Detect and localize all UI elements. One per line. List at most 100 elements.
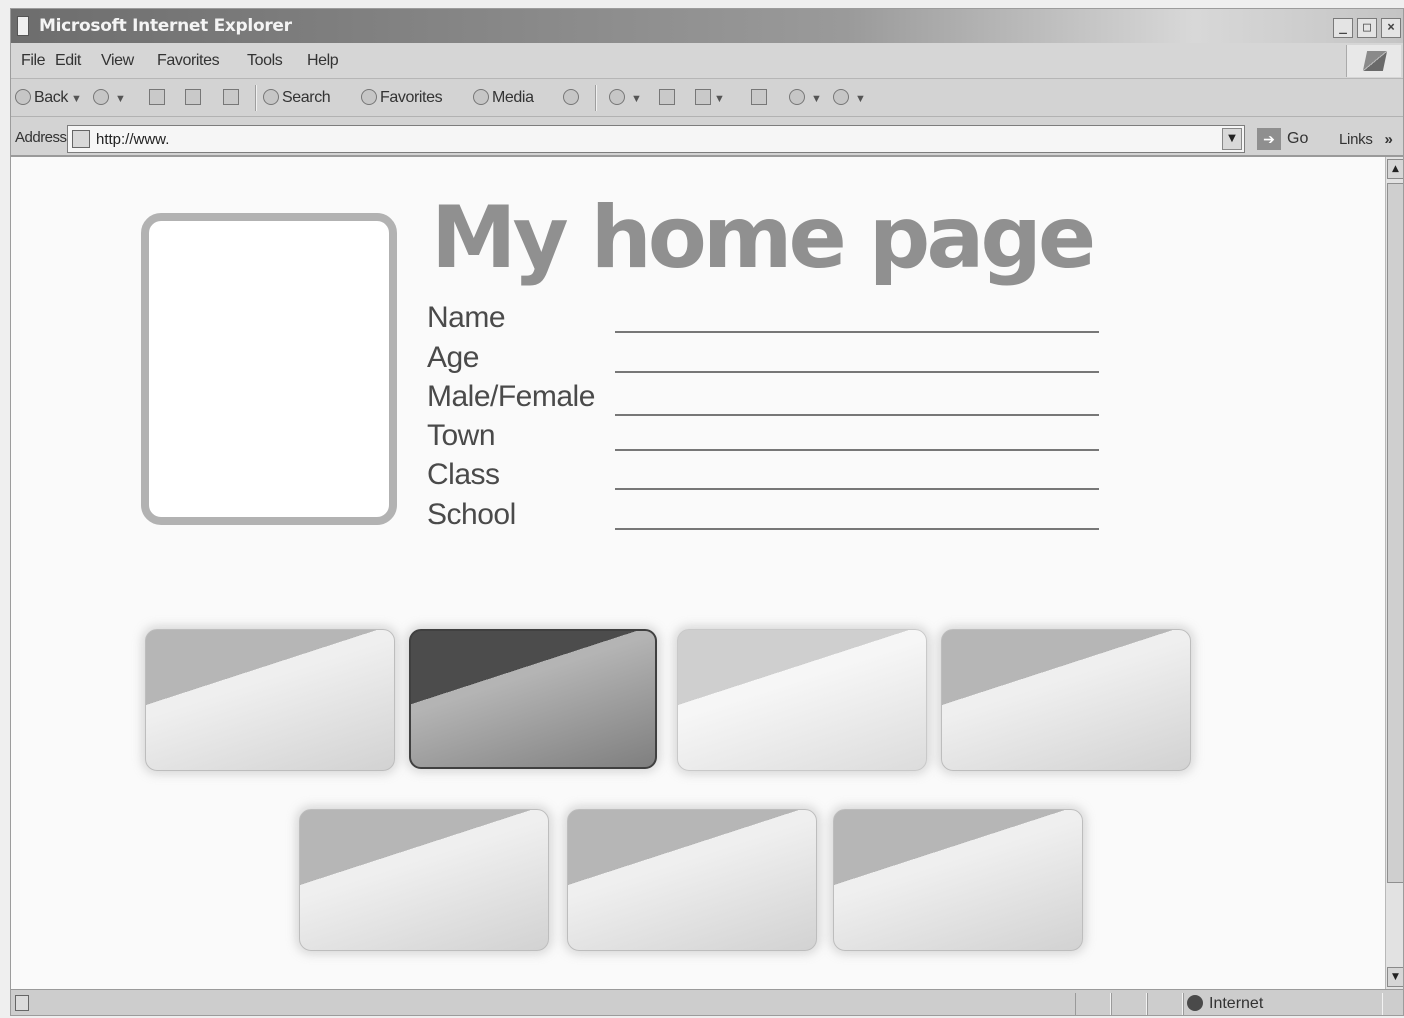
stop-icon bbox=[149, 89, 165, 105]
nav-tile[interactable] bbox=[299, 809, 549, 951]
media-button[interactable]: Media bbox=[473, 87, 534, 109]
messenger-button[interactable]: ▼ bbox=[833, 87, 866, 109]
media-label: Media bbox=[492, 89, 534, 106]
minimize-button[interactable]: _ bbox=[1333, 18, 1353, 38]
window-title: Microsoft Internet Explorer bbox=[39, 16, 292, 36]
refresh-button[interactable] bbox=[185, 87, 201, 109]
nav-tile[interactable] bbox=[677, 629, 927, 771]
field-input-line[interactable] bbox=[615, 528, 1099, 530]
messenger-icon bbox=[833, 89, 849, 105]
scroll-up-icon[interactable]: ▲ bbox=[1387, 159, 1403, 179]
edit-dropdown-icon[interactable]: ▼ bbox=[714, 93, 725, 105]
page-icon bbox=[72, 130, 90, 148]
menu-bar: File Edit View Favorites Tools Help bbox=[11, 43, 1403, 79]
nav-tile[interactable] bbox=[833, 809, 1083, 951]
status-pane bbox=[1111, 993, 1147, 1015]
discuss-icon bbox=[751, 89, 767, 105]
field-input-line[interactable] bbox=[615, 331, 1099, 333]
page-title: My home page bbox=[431, 188, 1096, 288]
ie-app-icon bbox=[17, 16, 29, 36]
refresh-icon bbox=[185, 89, 201, 105]
vertical-scrollbar[interactable]: ▲ ▼ bbox=[1385, 157, 1403, 989]
toolbar-separator bbox=[255, 85, 257, 111]
discuss-button[interactable] bbox=[751, 87, 767, 109]
status-pane bbox=[1075, 993, 1111, 1015]
messenger-dropdown-icon[interactable]: ▼ bbox=[855, 93, 866, 105]
menu-help[interactable]: Help bbox=[307, 52, 339, 70]
address-label: Address bbox=[15, 129, 67, 146]
address-field[interactable]: ▼ bbox=[67, 125, 1245, 153]
scroll-down-icon[interactable]: ▼ bbox=[1387, 967, 1403, 987]
menu-favorites[interactable]: Favorites bbox=[157, 52, 220, 70]
page-status-icon bbox=[15, 995, 29, 1011]
field-input-line[interactable] bbox=[615, 414, 1099, 416]
research-dropdown-icon[interactable]: ▼ bbox=[811, 93, 822, 105]
star-icon bbox=[361, 89, 377, 105]
go-arrow-icon: ➔ bbox=[1257, 127, 1281, 150]
history-button[interactable] bbox=[563, 87, 582, 109]
browser-window: Microsoft Internet Explorer _ □ × File E… bbox=[10, 8, 1404, 1016]
links-label: Links bbox=[1339, 131, 1373, 148]
globe-icon bbox=[1187, 995, 1203, 1011]
forward-button[interactable]: ▼ bbox=[93, 87, 126, 109]
media-icon bbox=[473, 89, 489, 105]
page-content: My home page Name Age Male/Female Town C… bbox=[11, 157, 1385, 989]
menu-file[interactable]: File bbox=[21, 52, 46, 70]
stop-button[interactable] bbox=[149, 87, 165, 109]
print-icon bbox=[659, 89, 675, 105]
standard-toolbar: Back ▼ ▼ Search Favorites Media ▼ ▼ ▼ ▼ bbox=[11, 79, 1403, 117]
mail-button[interactable]: ▼ bbox=[609, 87, 642, 109]
field-label: Town bbox=[427, 419, 496, 452]
close-button[interactable]: × bbox=[1381, 18, 1401, 38]
photo-frame bbox=[141, 213, 397, 525]
toolbar-separator bbox=[595, 85, 597, 111]
title-bar: Microsoft Internet Explorer _ □ × bbox=[11, 9, 1403, 43]
field-input-line[interactable] bbox=[615, 449, 1099, 451]
field-input-line[interactable] bbox=[615, 488, 1099, 490]
research-icon bbox=[789, 89, 805, 105]
back-button[interactable]: Back ▼ bbox=[15, 87, 82, 109]
menu-edit[interactable]: Edit bbox=[55, 52, 81, 70]
edit-button[interactable]: ▼ bbox=[695, 87, 725, 109]
back-dropdown-icon[interactable]: ▼ bbox=[71, 93, 82, 105]
links-chevron-icon[interactable]: » bbox=[1385, 131, 1393, 148]
forward-arrow-icon bbox=[93, 89, 109, 105]
field-label: Male/Female bbox=[427, 380, 595, 413]
home-button[interactable] bbox=[223, 87, 239, 109]
nav-tile[interactable] bbox=[145, 629, 395, 771]
back-label: Back bbox=[34, 89, 68, 106]
search-label: Search bbox=[282, 89, 331, 106]
mail-dropdown-icon[interactable]: ▼ bbox=[631, 93, 642, 105]
favorites-label: Favorites bbox=[380, 89, 443, 106]
field-label: Age bbox=[427, 341, 479, 374]
favorites-button[interactable]: Favorites bbox=[361, 87, 443, 109]
forward-dropdown-icon[interactable]: ▼ bbox=[115, 93, 126, 105]
home-icon bbox=[223, 89, 239, 105]
field-input-line[interactable] bbox=[615, 371, 1099, 373]
edit-icon bbox=[695, 89, 711, 105]
field-label: Class bbox=[427, 458, 500, 491]
address-input[interactable] bbox=[96, 129, 1206, 149]
menu-view[interactable]: View bbox=[101, 52, 134, 70]
field-label: School bbox=[427, 498, 516, 531]
nav-tile[interactable] bbox=[567, 809, 817, 951]
nav-tile[interactable] bbox=[941, 629, 1191, 771]
security-zone: Internet bbox=[1187, 994, 1263, 1014]
menu-tools[interactable]: Tools bbox=[247, 52, 283, 70]
zone-label: Internet bbox=[1209, 995, 1264, 1012]
maximize-button[interactable]: □ bbox=[1357, 18, 1377, 38]
status-bar: Internet bbox=[11, 989, 1403, 1015]
go-label: Go bbox=[1287, 130, 1309, 147]
scroll-thumb[interactable] bbox=[1387, 183, 1403, 883]
search-button[interactable]: Search bbox=[263, 87, 331, 109]
address-dropdown-icon[interactable]: ▼ bbox=[1222, 128, 1242, 150]
field-label: Name bbox=[427, 301, 506, 334]
print-button[interactable] bbox=[659, 87, 675, 109]
research-button[interactable]: ▼ bbox=[789, 87, 822, 109]
go-button[interactable]: ➔ Go bbox=[1257, 127, 1308, 151]
links-button[interactable]: Links » bbox=[1339, 131, 1393, 148]
history-icon bbox=[563, 89, 579, 105]
back-arrow-icon bbox=[15, 89, 31, 105]
address-bar: Address ▼ ➔ Go Links » bbox=[11, 117, 1403, 157]
nav-tile-selected[interactable] bbox=[409, 629, 657, 769]
